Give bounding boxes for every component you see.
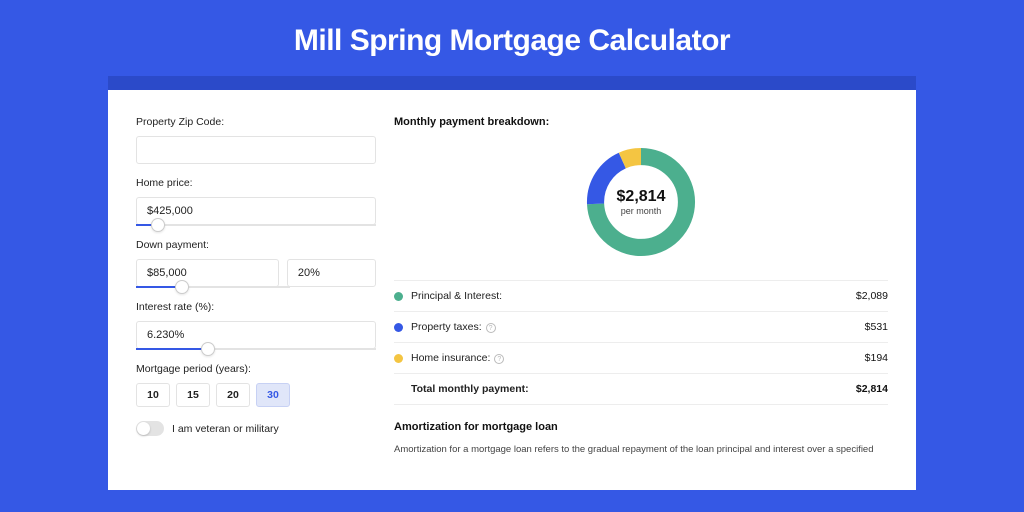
home-price-label: Home price: [136, 177, 376, 189]
period-10[interactable]: 10 [136, 383, 170, 407]
total-value: $2,814 [856, 383, 888, 395]
legend-row-taxes: Property taxes:? $531 [394, 312, 888, 343]
slider-thumb[interactable] [151, 218, 165, 232]
field-zip: Property Zip Code: [136, 116, 376, 164]
legend: Principal & Interest: $2,089 Property ta… [394, 280, 888, 405]
legend-label: Home insurance:? [411, 352, 865, 364]
zip-label: Property Zip Code: [136, 116, 376, 128]
donut-center: $2,814 per month [617, 188, 666, 216]
breakdown-column: Monthly payment breakdown: $2,814 per mo… [394, 116, 888, 490]
veteran-row: I am veteran or military [136, 421, 376, 436]
down-payment-slider[interactable] [136, 286, 290, 288]
amortization-title: Amortization for mortgage loan [394, 421, 888, 433]
down-payment-pct-input[interactable] [287, 259, 376, 287]
donut-amount: $2,814 [617, 188, 666, 206]
legend-label: Principal & Interest: [411, 290, 856, 302]
field-down-payment: Down payment: [136, 239, 376, 288]
period-group: 10 15 20 30 [136, 383, 376, 407]
down-payment-input[interactable] [136, 259, 279, 287]
legend-label: Property taxes:? [411, 321, 865, 333]
calculator-panel: Property Zip Code: Home price: Down paym… [108, 90, 916, 490]
info-icon[interactable]: ? [494, 354, 504, 364]
home-price-input[interactable] [136, 197, 376, 225]
period-15[interactable]: 15 [176, 383, 210, 407]
amortization-section: Amortization for mortgage loan Amortizat… [394, 421, 888, 457]
down-payment-label: Down payment: [136, 239, 376, 251]
interest-input[interactable] [136, 321, 376, 349]
legend-row-principal: Principal & Interest: $2,089 [394, 281, 888, 312]
donut-chart: $2,814 per month [394, 142, 888, 262]
donut-sub: per month [617, 206, 666, 216]
breakdown-title: Monthly payment breakdown: [394, 116, 888, 128]
slider-thumb[interactable] [175, 280, 189, 294]
hero: Mill Spring Mortgage Calculator [0, 0, 1024, 76]
field-home-price: Home price: [136, 177, 376, 226]
period-20[interactable]: 20 [216, 383, 250, 407]
legend-value: $2,089 [856, 290, 888, 302]
veteran-label: I am veteran or military [172, 423, 279, 435]
legend-row-total: Total monthly payment: $2,814 [394, 374, 888, 405]
zip-input[interactable] [136, 136, 376, 164]
page-title: Mill Spring Mortgage Calculator [0, 24, 1024, 58]
info-icon[interactable]: ? [486, 323, 496, 333]
slider-thumb[interactable] [201, 342, 215, 356]
interest-label: Interest rate (%): [136, 301, 376, 313]
home-price-slider[interactable] [136, 224, 376, 226]
dot-icon [394, 292, 403, 301]
field-period: Mortgage period (years): 10 15 20 30 [136, 363, 376, 407]
field-interest: Interest rate (%): [136, 301, 376, 350]
dot-icon [394, 354, 403, 363]
total-label: Total monthly payment: [411, 383, 856, 395]
interest-slider[interactable] [136, 348, 376, 350]
period-30[interactable]: 30 [256, 383, 290, 407]
amortization-text: Amortization for a mortgage loan refers … [394, 443, 888, 457]
inputs-column: Property Zip Code: Home price: Down paym… [136, 116, 376, 490]
legend-row-insurance: Home insurance:? $194 [394, 343, 888, 374]
period-label: Mortgage period (years): [136, 363, 376, 375]
dot-icon [394, 323, 403, 332]
legend-value: $194 [865, 352, 888, 364]
veteran-toggle[interactable] [136, 421, 164, 436]
legend-value: $531 [865, 321, 888, 333]
accent-bar [108, 76, 916, 90]
